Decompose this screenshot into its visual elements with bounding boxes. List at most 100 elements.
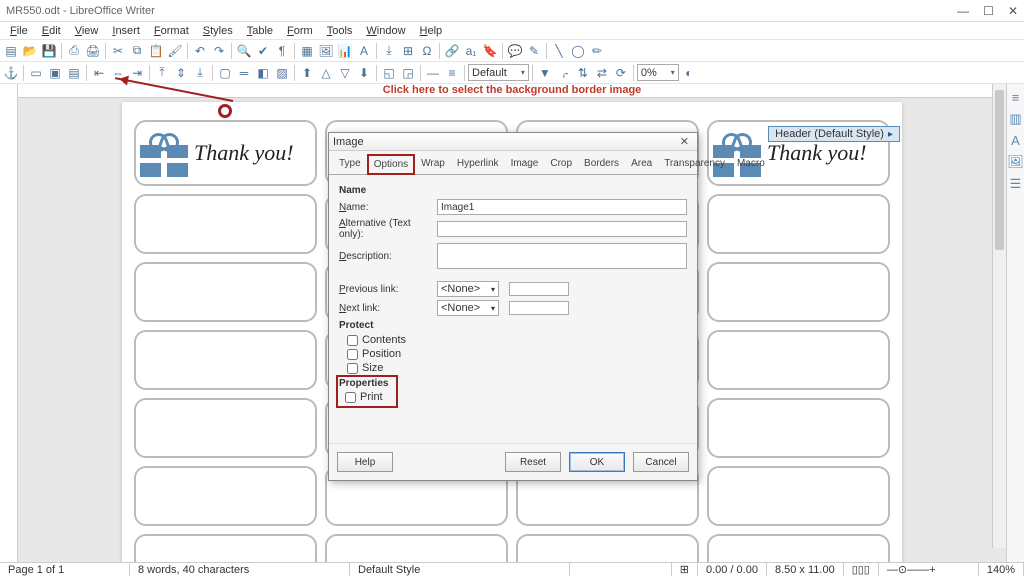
label-card[interactable] xyxy=(325,534,508,562)
export-pdf-icon[interactable]: ⎙ xyxy=(65,42,83,60)
new-icon[interactable]: ▤ xyxy=(2,42,20,60)
image-icon[interactable]: 🖼 xyxy=(317,42,335,60)
close-button[interactable]: ✕ xyxy=(1008,4,1018,18)
label-card[interactable] xyxy=(707,262,890,322)
menu-file[interactable]: File xyxy=(4,24,34,38)
wrap-off-icon[interactable]: ▭ xyxy=(27,64,45,82)
minimize-button[interactable]: — xyxy=(957,4,969,18)
redo-icon[interactable]: ↷ xyxy=(210,42,228,60)
label-card[interactable] xyxy=(134,262,317,322)
label-card[interactable] xyxy=(134,466,317,526)
menu-table[interactable]: Table xyxy=(241,24,279,38)
send-back-icon[interactable]: ⬇ xyxy=(355,64,373,82)
footnote-icon[interactable]: a₁ xyxy=(462,42,480,60)
tab-options[interactable]: Options xyxy=(367,154,415,175)
tab-crop[interactable]: Crop xyxy=(544,154,578,175)
forward-icon[interactable]: △ xyxy=(317,64,335,82)
menu-format[interactable]: Format xyxy=(148,24,195,38)
gallery-icon[interactable]: 🖼 xyxy=(1007,154,1024,170)
wrap-through-icon[interactable]: ▤ xyxy=(65,64,83,82)
foreground-icon[interactable]: ◱ xyxy=(380,64,398,82)
label-card[interactable] xyxy=(134,534,317,562)
color-icon[interactable]: ◐ xyxy=(680,64,698,82)
tab-borders[interactable]: Borders xyxy=(578,154,625,175)
scrollbar-vertical[interactable] xyxy=(992,84,1006,548)
label-card[interactable] xyxy=(134,398,317,458)
tab-image[interactable]: Image xyxy=(505,154,545,175)
menu-styles[interactable]: Styles xyxy=(197,24,239,38)
zoom-slider[interactable]: —⊙——+ xyxy=(879,563,979,576)
rotate-icon[interactable]: ⟳ xyxy=(612,64,630,82)
comment-icon[interactable]: 💬 xyxy=(506,42,524,60)
area-style-icon[interactable]: ▨ xyxy=(273,64,291,82)
status-insert[interactable]: ⊞ xyxy=(672,563,698,576)
tab-hyperlink[interactable]: Hyperlink xyxy=(451,154,505,175)
prev-link-select[interactable]: <None> xyxy=(437,281,499,297)
properties-icon[interactable]: ≡ xyxy=(1012,90,1020,105)
border-style-icon[interactable]: ═ xyxy=(235,64,253,82)
page-panel-icon[interactable]: ▥ xyxy=(1009,111,1021,127)
label-card[interactable]: Thank you! xyxy=(134,120,317,186)
borders-icon[interactable]: ▢ xyxy=(216,64,234,82)
border-color-icon[interactable]: ◧ xyxy=(254,64,272,82)
formatting-marks-icon[interactable]: ¶ xyxy=(273,42,291,60)
label-card[interactable] xyxy=(707,398,890,458)
flip-v-icon[interactable]: ⇅ xyxy=(574,64,592,82)
table-icon[interactable]: ▦ xyxy=(298,42,316,60)
dialog-titlebar[interactable]: Image ✕ xyxy=(329,133,697,151)
tab-area[interactable]: Area xyxy=(625,154,658,175)
cancel-button[interactable]: Cancel xyxy=(633,452,689,472)
alt-field[interactable] xyxy=(437,221,687,237)
align-right-icon[interactable]: ⇥ xyxy=(128,64,146,82)
print-checkbox[interactable] xyxy=(345,392,356,403)
shapes-icon[interactable]: ◯ xyxy=(569,42,587,60)
textbox-icon[interactable]: A xyxy=(355,42,373,60)
status-zoom[interactable]: 140% xyxy=(979,563,1024,576)
line-icon[interactable]: ╲ xyxy=(550,42,568,60)
save-icon[interactable]: 💾 xyxy=(40,42,58,60)
tab-type[interactable]: Type xyxy=(333,154,367,175)
name-field[interactable] xyxy=(437,199,687,215)
flip-h-icon[interactable]: ⇄ xyxy=(593,64,611,82)
help-button[interactable]: Help xyxy=(337,452,393,472)
backward-icon[interactable]: ▽ xyxy=(336,64,354,82)
menu-edit[interactable]: Edit xyxy=(36,24,67,38)
dialog-close-icon[interactable]: ✕ xyxy=(676,135,693,148)
align-middle-icon[interactable]: ⇕ xyxy=(172,64,190,82)
align-bottom-icon[interactable]: ⤓ xyxy=(191,64,209,82)
track-changes-icon[interactable]: ✎ xyxy=(525,42,543,60)
find-icon[interactable]: 🔍 xyxy=(235,42,253,60)
undo-icon[interactable]: ↶ xyxy=(191,42,209,60)
menu-tools[interactable]: Tools xyxy=(321,24,359,38)
label-card[interactable] xyxy=(134,330,317,390)
navigator-icon[interactable]: ☰ xyxy=(1010,176,1022,192)
bookmark-icon[interactable]: 🔖 xyxy=(481,42,499,60)
label-card[interactable] xyxy=(134,194,317,254)
label-card[interactable] xyxy=(707,330,890,390)
prev-link-browse[interactable] xyxy=(509,282,569,296)
hyperlink-icon[interactable]: 🔗 xyxy=(443,42,461,60)
label-card[interactable] xyxy=(707,194,890,254)
crop-icon[interactable]: ⌌ xyxy=(555,64,573,82)
spellcheck-icon[interactable]: ✔ xyxy=(254,42,272,60)
style-select[interactable]: Default xyxy=(468,64,529,81)
status-page[interactable]: Page 1 of 1 xyxy=(0,563,130,576)
background-icon[interactable]: ◲ xyxy=(399,64,417,82)
status-words[interactable]: 8 words, 40 characters xyxy=(130,563,350,576)
special-char-icon[interactable]: Ω xyxy=(418,42,436,60)
paste-icon[interactable]: 📋 xyxy=(147,42,165,60)
position-checkbox[interactable] xyxy=(347,349,358,360)
menu-help[interactable]: Help xyxy=(414,24,449,38)
wrap-on-icon[interactable]: ▣ xyxy=(46,64,64,82)
print-icon[interactable]: 🖨 xyxy=(84,42,102,60)
tab-wrap[interactable]: Wrap xyxy=(415,154,451,175)
page-break-icon[interactable]: ⤓ xyxy=(380,42,398,60)
menu-form[interactable]: Form xyxy=(281,24,319,38)
description-field[interactable] xyxy=(437,243,687,269)
label-card[interactable] xyxy=(707,534,890,562)
tab-macro[interactable]: Macro xyxy=(731,154,771,175)
linestyle-icon[interactable]: — xyxy=(424,64,442,82)
ok-button[interactable]: OK xyxy=(569,452,625,472)
open-icon[interactable]: 📂 xyxy=(21,42,39,60)
bring-front-icon[interactable]: ⬆ xyxy=(298,64,316,82)
